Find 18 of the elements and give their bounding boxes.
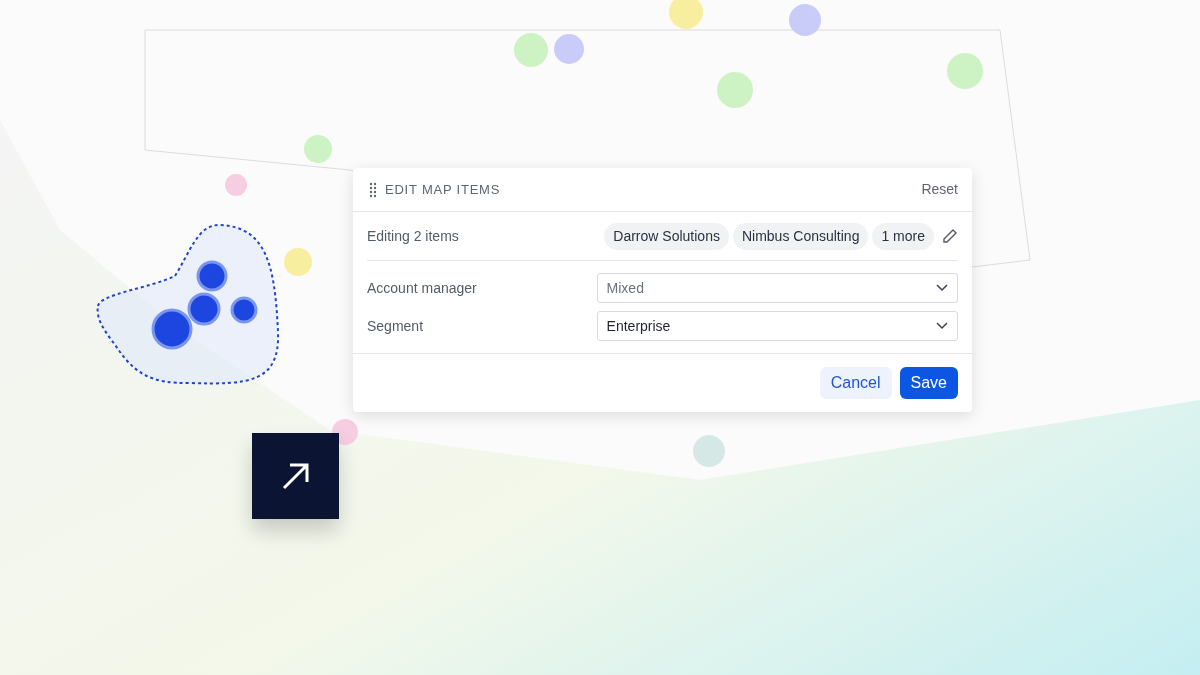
dropdown-field[interactable]: Enterprise bbox=[596, 311, 958, 341]
save-button[interactable]: Save bbox=[899, 367, 958, 399]
dropdown-field[interactable]: Mixed bbox=[596, 273, 958, 303]
edit-icon[interactable] bbox=[942, 228, 958, 244]
dialog-title: EDIT MAP ITEMS bbox=[385, 180, 501, 199]
arrow-icon bbox=[280, 461, 311, 491]
chevron-down-icon bbox=[936, 322, 948, 330]
field-label: Segment bbox=[367, 316, 425, 336]
reset-link[interactable]: Reset bbox=[921, 179, 958, 200]
chevron-down-icon bbox=[936, 284, 948, 292]
item-chip: Nimbus Consulting bbox=[732, 222, 869, 250]
item-chip: 1 more bbox=[872, 222, 934, 250]
field-label: Account manager bbox=[367, 278, 478, 298]
cancel-button[interactable]: Cancel bbox=[819, 367, 892, 399]
selection-summary: Editing 2 items bbox=[367, 226, 459, 246]
drag-handle-icon[interactable] bbox=[369, 181, 377, 198]
open-button[interactable] bbox=[252, 433, 339, 519]
item-chip: Darrow Solutions bbox=[604, 222, 729, 250]
